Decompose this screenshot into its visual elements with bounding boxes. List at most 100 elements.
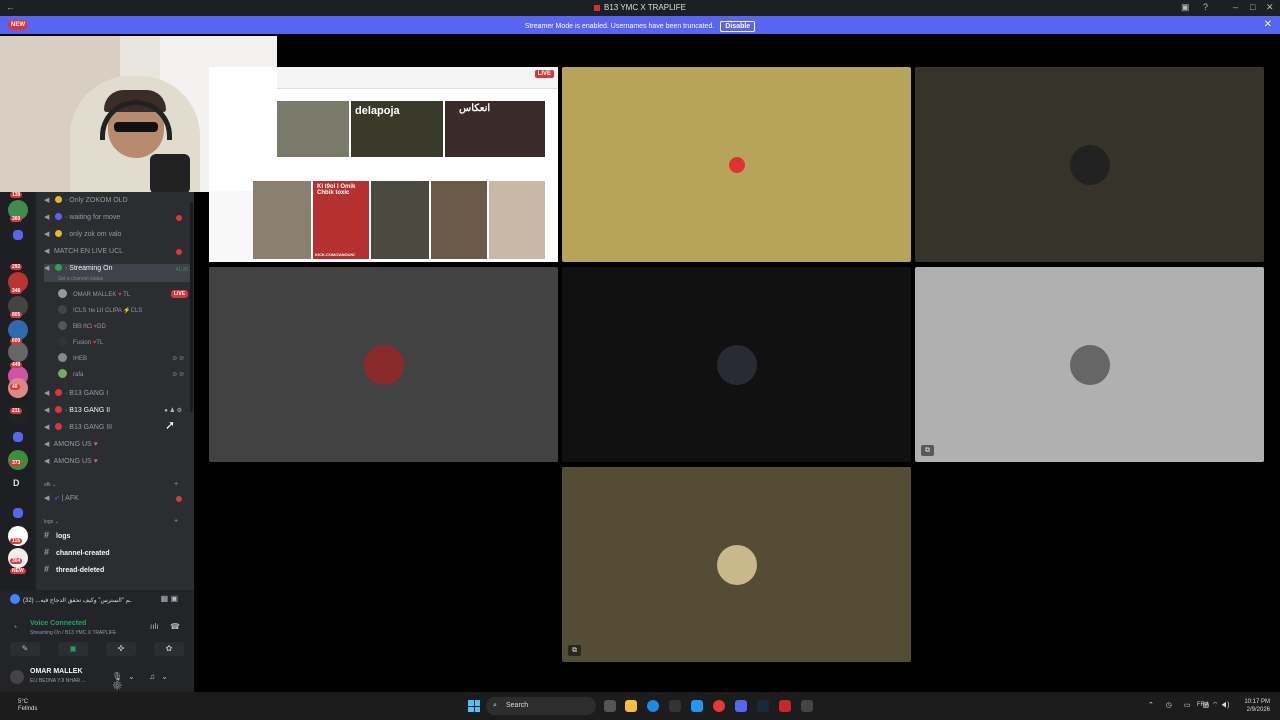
task-view-icon[interactable]	[604, 700, 616, 712]
text-channel[interactable]: # thread-deleted	[44, 564, 192, 578]
voice-channel[interactable]: ◀ · only zok om valo	[44, 230, 192, 244]
discord-icon[interactable]	[735, 700, 747, 712]
voice-connected-label: Voice Connected	[30, 620, 87, 627]
add-channel-icon[interactable]: +	[174, 518, 178, 525]
language-indicator[interactable]: FRA	[1197, 702, 1209, 708]
avatar	[58, 289, 67, 298]
mouse-cursor-icon: ➚	[165, 418, 176, 432]
folder-icon[interactable]	[13, 508, 23, 518]
video-thumbnail: Ki t9ol l Omik Chbik toxic KICK.COM/ZANOU…	[313, 181, 369, 259]
close-banner-icon[interactable]: ✕	[1264, 19, 1272, 30]
server-icon-4[interactable]	[8, 320, 28, 340]
voice-channel-afk[interactable]: ◀ ➶ | AFK	[44, 494, 192, 508]
server-letter-icon[interactable]: D	[13, 478, 20, 488]
noise-suppression-icon[interactable]: ıılı	[150, 622, 158, 631]
folder-icon[interactable]	[13, 432, 23, 442]
maximize-button[interactable]: □	[1250, 2, 1255, 12]
speaker-icon: ◀	[44, 407, 50, 414]
unread-dot	[176, 215, 182, 221]
voice-channel[interactable]: ◀ MATCH EN LIVE UCL	[44, 247, 192, 261]
app-icon-gray[interactable]	[801, 700, 813, 712]
channel-emoji-icon	[55, 406, 62, 413]
avatar	[716, 544, 757, 585]
avatar	[58, 369, 67, 378]
disable-streamer-mode-button[interactable]: Disable	[720, 21, 756, 32]
server-icon-5[interactable]	[8, 342, 28, 362]
minimize-button[interactable]: –	[1233, 2, 1238, 12]
weather-widget[interactable]: 5°C Fellnds	[18, 699, 37, 713]
voice-member[interactable]: Fusion ♥TL	[58, 337, 188, 351]
camera-button[interactable]: ✎	[10, 642, 40, 656]
avatar	[58, 337, 67, 346]
channel-settings-icon[interactable]: ● ♟ ⚙	[164, 407, 182, 414]
participant-tile[interactable]: ⧉	[562, 467, 911, 662]
server-badge: 40	[10, 384, 20, 390]
voice-channel[interactable]: ◀ AMONG US ♥	[44, 457, 192, 471]
speaker-icon: ◀	[44, 390, 50, 397]
username[interactable]: OMAR MALLEK	[30, 668, 83, 675]
search-icon: ⌕	[493, 702, 497, 709]
server-icon-8[interactable]	[8, 404, 28, 424]
user-controls-icon[interactable]: 🎙⌄ ♫⌄ ⚙	[112, 672, 194, 690]
text-channel[interactable]: # logs	[44, 530, 192, 544]
category-afk[interactable]: afk ⌄ +	[44, 481, 178, 488]
file-explorer-icon[interactable]	[625, 700, 637, 712]
voice-member[interactable]: !CLS ᴛᴍ LII CLIPA ⚡CLS	[58, 305, 188, 319]
help-icon[interactable]: ?	[1203, 2, 1208, 12]
network-volume-icon[interactable]: ⌔ ◀)	[1212, 701, 1229, 710]
app-icon[interactable]	[691, 700, 703, 712]
participant-tile[interactable]	[915, 67, 1264, 262]
category-logs[interactable]: logs ⌄ +	[44, 518, 178, 525]
steam-icon[interactable]	[757, 700, 769, 712]
channel-emoji-icon	[55, 213, 62, 220]
server-badge: 448	[10, 362, 23, 368]
text-channel[interactable]: # channel-created	[44, 547, 192, 561]
speaker-icon: ◀	[44, 495, 50, 502]
activity-actions-icon[interactable]: ▦ ▣	[161, 594, 178, 603]
activity-status[interactable]: (32) ...ـم "السترس" وكيف تحقق الدجاج فيه…	[10, 594, 190, 608]
screenshare-button[interactable]: ▣	[58, 642, 88, 656]
chrome-icon[interactable]	[713, 700, 725, 712]
app-icon-red[interactable]	[779, 700, 791, 712]
taskbar-search[interactable]: ⌕ Search	[486, 697, 596, 715]
avatar[interactable]	[10, 670, 24, 684]
folder-icon[interactable]	[13, 230, 23, 240]
avatar	[58, 305, 67, 314]
chrome-icon	[10, 594, 20, 604]
disconnect-icon[interactable]: ☎	[170, 622, 180, 631]
voice-channel-path[interactable]: Streaming On / B13 YMC X TRAPLIFE	[30, 630, 116, 636]
scrollbar[interactable]	[190, 202, 193, 412]
speaker-icon: ◀	[44, 458, 50, 465]
participant-tile[interactable]: ⧉	[915, 267, 1264, 462]
edge-icon[interactable]	[647, 700, 659, 712]
speaker-icon: ◀	[44, 248, 50, 255]
voice-channel[interactable]: ◀ · B13 GANG I	[44, 389, 192, 403]
voice-member[interactable]: rafa ⊘ ⊘	[58, 369, 188, 383]
add-channel-icon[interactable]: +	[174, 481, 178, 488]
participant-tile[interactable]	[562, 67, 911, 262]
inbox-icon[interactable]: ▣	[1181, 2, 1190, 13]
store-icon[interactable]	[669, 700, 681, 712]
voice-channel[interactable]: ◀ · waiting for move	[44, 213, 192, 227]
close-window-button[interactable]: ✕	[1266, 2, 1274, 13]
voice-member[interactable]: OMAR MALLEK ♥ TL LIVE	[58, 289, 188, 303]
screenshare-tile[interactable]: delapoja انعكاس Ki t9ol l Omik Chbik tox…	[209, 67, 558, 262]
user-status: ELI BEDNA YJI NHAR ...	[30, 678, 86, 684]
voice-channel[interactable]: ◀ · Only ZOKOM OLD	[44, 196, 192, 210]
server-badge: 304	[10, 558, 23, 564]
avatar	[1069, 344, 1110, 385]
clock[interactable]: 10:17 PM 2/9/2026	[1244, 698, 1270, 714]
channel-status[interactable]: Set a channel status	[58, 276, 103, 282]
participant-tile[interactable]	[209, 267, 558, 462]
windows-start-icon[interactable]	[468, 700, 480, 712]
voice-member[interactable]: IHEB ⊘ ⊘	[58, 353, 188, 367]
soundboard-button[interactable]: ✿	[154, 642, 184, 656]
video-thumbnail	[253, 181, 311, 259]
activities-button[interactable]: ✜	[106, 642, 136, 656]
server-icon	[594, 5, 601, 11]
participant-tile[interactable]	[562, 267, 911, 462]
video-thumbnail	[489, 181, 545, 259]
avatar	[363, 344, 404, 385]
voice-channel[interactable]: ◀ AMONG US ♥	[44, 440, 192, 454]
voice-member[interactable]: ᗷᗷ ᖇᗝ ♥DD	[58, 321, 188, 335]
